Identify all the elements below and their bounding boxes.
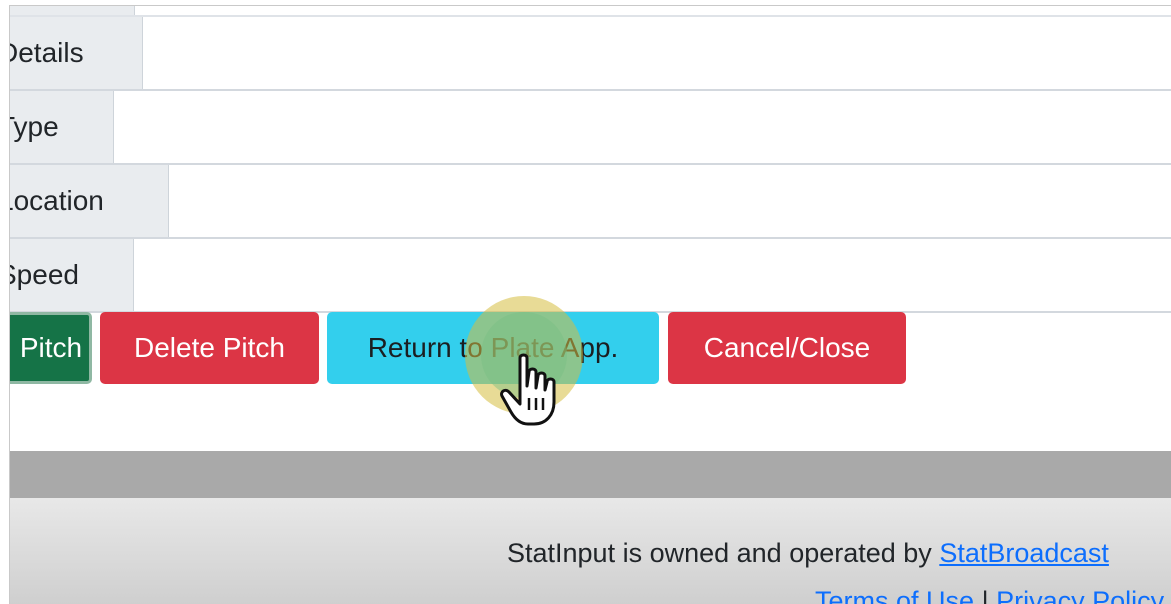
location-row: Location <box>10 165 1171 239</box>
location-input[interactable] <box>169 165 1171 237</box>
location-label: Location <box>10 165 169 237</box>
details-row: Details <box>10 17 1171 91</box>
cancel-close-button[interactable]: Cancel/Close <box>668 312 906 384</box>
speed-row: Speed <box>10 239 1171 313</box>
delete-pitch-button[interactable]: Delete Pitch <box>100 312 319 384</box>
details-label: Details <box>10 17 143 89</box>
privacy-policy-link[interactable]: Privacy Policy <box>996 586 1164 604</box>
save-pitch-button[interactable]: Pitch <box>10 312 92 384</box>
modal-backdrop-band <box>10 451 1171 498</box>
statbroadcast-link[interactable]: StatBroadcast <box>939 538 1109 568</box>
type-row: Type <box>10 91 1171 165</box>
terms-of-use-link[interactable]: Terms of Use <box>815 586 974 604</box>
details-input[interactable] <box>143 17 1171 89</box>
hand-pointer-icon <box>500 353 556 426</box>
type-input[interactable] <box>114 91 1171 163</box>
modal-frame: Details Type Location Speed Pitch Delete… <box>9 5 1171 604</box>
footer-links: Terms of Use | Privacy Policy <box>815 586 1164 604</box>
speed-label: Speed <box>10 239 134 311</box>
speed-input[interactable] <box>134 239 1171 311</box>
ownership-text: StatInput is owned and operated by StatB… <box>507 538 1109 568</box>
previous-row-stub <box>10 6 1171 17</box>
type-label: Type <box>10 91 114 163</box>
page-footer: StatInput is owned and operated by StatB… <box>10 498 1171 604</box>
footer-separator: | <box>981 586 989 604</box>
